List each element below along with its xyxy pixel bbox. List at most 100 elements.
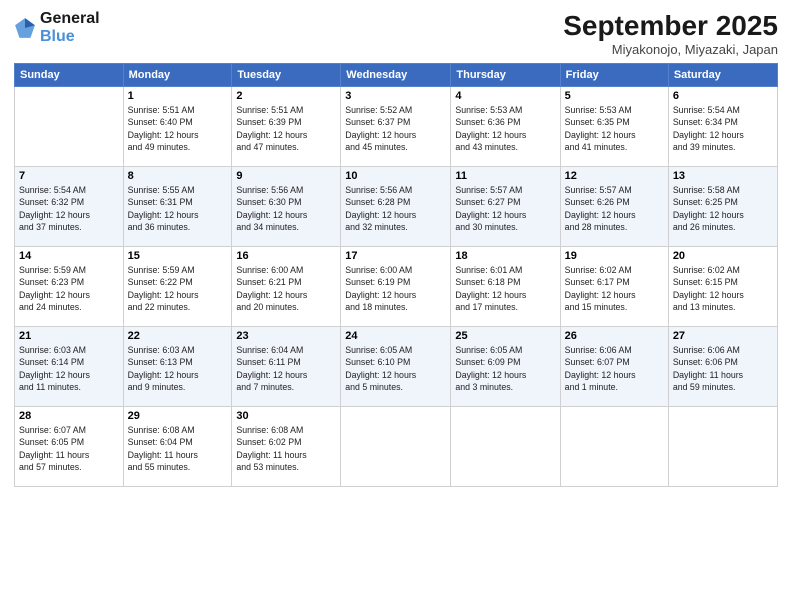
day-info: Sunrise: 6:07 AMSunset: 6:05 PMDaylight:… bbox=[19, 424, 119, 473]
day-info: Sunrise: 6:05 AMSunset: 6:10 PMDaylight:… bbox=[345, 344, 446, 393]
day-number: 5 bbox=[565, 90, 664, 102]
day-info: Sunrise: 6:03 AMSunset: 6:14 PMDaylight:… bbox=[19, 344, 119, 393]
calendar-cell bbox=[560, 407, 668, 487]
day-number: 11 bbox=[455, 170, 555, 182]
calendar-cell: 26Sunrise: 6:06 AMSunset: 6:07 PMDayligh… bbox=[560, 327, 668, 407]
day-number: 24 bbox=[345, 330, 446, 342]
day-number: 17 bbox=[345, 250, 446, 262]
day-info: Sunrise: 6:00 AMSunset: 6:21 PMDaylight:… bbox=[236, 264, 336, 313]
day-number: 7 bbox=[19, 170, 119, 182]
calendar-cell: 17 Sunrise: 6:00 AMSunset: 6:19 PMDayligh… bbox=[341, 247, 451, 327]
day-number: 12 bbox=[565, 170, 664, 182]
calendar-cell: 30 Sunrise: 6:08 AMSunset: 6:02 PMDayligh… bbox=[232, 407, 341, 487]
day-info: Sunrise: 6:02 AMSunset: 6:15 PMDaylight:… bbox=[673, 264, 773, 313]
day-info: Sunrise: 6:03 AMSunset: 6:13 PMDaylight:… bbox=[128, 344, 228, 393]
calendar-cell: 23Sunrise: 6:04 AMSunset: 6:11 PMDayligh… bbox=[232, 327, 341, 407]
day-number: 27 bbox=[673, 330, 773, 342]
day-number: 10 bbox=[345, 170, 446, 182]
day-number: 18 bbox=[455, 250, 555, 262]
calendar-table: SundayMondayTuesdayWednesdayThursdayFrid… bbox=[14, 63, 778, 487]
logo: General Blue bbox=[14, 10, 100, 45]
calendar-cell: 8 Sunrise: 5:55 AMSunset: 6:31 PMDaylight… bbox=[123, 167, 232, 247]
calendar-cell: 29 Sunrise: 6:08 AMSunset: 6:04 PMDayligh… bbox=[123, 407, 232, 487]
col-header-thursday: Thursday bbox=[451, 64, 560, 87]
day-number: 30 bbox=[236, 410, 336, 422]
calendar-cell bbox=[341, 407, 451, 487]
title-area: September 2025 Miyakonojo, Miyazaki, Jap… bbox=[563, 10, 778, 57]
calendar-cell: 19 Sunrise: 6:02 AMSunset: 6:17 PMDayligh… bbox=[560, 247, 668, 327]
day-info: Sunrise: 5:54 AMSunset: 6:34 PMDaylight:… bbox=[673, 104, 773, 153]
calendar-cell: 11 Sunrise: 5:57 AMSunset: 6:27 PMDayligh… bbox=[451, 167, 560, 247]
day-info: Sunrise: 6:02 AMSunset: 6:17 PMDaylight:… bbox=[565, 264, 664, 313]
day-number: 13 bbox=[673, 170, 773, 182]
calendar-cell: 27 Sunrise: 6:06 AMSunset: 6:06 PMDayligh… bbox=[668, 327, 777, 407]
calendar-cell: 21Sunrise: 6:03 AMSunset: 6:14 PMDayligh… bbox=[15, 327, 124, 407]
col-header-monday: Monday bbox=[123, 64, 232, 87]
calendar-cell: 18Sunrise: 6:01 AMSunset: 6:18 PMDayligh… bbox=[451, 247, 560, 327]
logo-text: General Blue bbox=[40, 10, 100, 45]
day-info: Sunrise: 6:08 AMSunset: 6:04 PMDaylight:… bbox=[128, 424, 228, 473]
calendar-cell: 10 Sunrise: 5:56 AMSunset: 6:28 PMDayligh… bbox=[341, 167, 451, 247]
calendar-cell bbox=[668, 407, 777, 487]
calendar-cell: 22 Sunrise: 6:03 AMSunset: 6:13 PMDayligh… bbox=[123, 327, 232, 407]
day-number: 16 bbox=[236, 250, 336, 262]
col-header-tuesday: Tuesday bbox=[232, 64, 341, 87]
day-info: Sunrise: 5:51 AMSunset: 6:39 PMDaylight:… bbox=[236, 104, 336, 153]
calendar-cell: 15 Sunrise: 5:59 AMSunset: 6:22 PMDayligh… bbox=[123, 247, 232, 327]
col-header-sunday: Sunday bbox=[15, 64, 124, 87]
day-info: Sunrise: 5:52 AMSunset: 6:37 PMDaylight:… bbox=[345, 104, 446, 153]
day-info: Sunrise: 5:57 AMSunset: 6:27 PMDaylight:… bbox=[455, 184, 555, 233]
calendar-cell: 1 Sunrise: 5:51 AMSunset: 6:40 PMDaylight… bbox=[123, 87, 232, 167]
day-number: 4 bbox=[455, 90, 555, 102]
day-info: Sunrise: 5:59 AMSunset: 6:23 PMDaylight:… bbox=[19, 264, 119, 313]
day-number: 1 bbox=[128, 90, 228, 102]
day-info: Sunrise: 6:06 AMSunset: 6:06 PMDaylight:… bbox=[673, 344, 773, 393]
calendar-cell: 14 Sunrise: 5:59 AMSunset: 6:23 PMDayligh… bbox=[15, 247, 124, 327]
calendar-week-4: 28Sunrise: 6:07 AMSunset: 6:05 PMDayligh… bbox=[15, 407, 778, 487]
calendar-cell: 24 Sunrise: 6:05 AMSunset: 6:10 PMDayligh… bbox=[341, 327, 451, 407]
day-info: Sunrise: 5:54 AMSunset: 6:32 PMDaylight:… bbox=[19, 184, 119, 233]
calendar-cell: 12 Sunrise: 5:57 AMSunset: 6:26 PMDayligh… bbox=[560, 167, 668, 247]
day-number: 25 bbox=[455, 330, 555, 342]
day-number: 15 bbox=[128, 250, 228, 262]
day-info: Sunrise: 6:00 AMSunset: 6:19 PMDaylight:… bbox=[345, 264, 446, 313]
day-info: Sunrise: 5:51 AMSunset: 6:40 PMDaylight:… bbox=[128, 104, 228, 153]
day-number: 22 bbox=[128, 330, 228, 342]
calendar-cell: 3 Sunrise: 5:52 AMSunset: 6:37 PMDaylight… bbox=[341, 87, 451, 167]
day-number: 14 bbox=[19, 250, 119, 262]
day-number: 29 bbox=[128, 410, 228, 422]
calendar-cell: 2 Sunrise: 5:51 AMSunset: 6:39 PMDaylight… bbox=[232, 87, 341, 167]
calendar-cell: 13 Sunrise: 5:58 AMSunset: 6:25 PMDayligh… bbox=[668, 167, 777, 247]
day-info: Sunrise: 5:56 AMSunset: 6:30 PMDaylight:… bbox=[236, 184, 336, 233]
col-header-friday: Friday bbox=[560, 64, 668, 87]
calendar-cell: 28Sunrise: 6:07 AMSunset: 6:05 PMDayligh… bbox=[15, 407, 124, 487]
day-info: Sunrise: 5:53 AMSunset: 6:35 PMDaylight:… bbox=[565, 104, 664, 153]
day-info: Sunrise: 6:05 AMSunset: 6:09 PMDaylight:… bbox=[455, 344, 555, 393]
day-info: Sunrise: 5:58 AMSunset: 6:25 PMDaylight:… bbox=[673, 184, 773, 233]
calendar-cell bbox=[451, 407, 560, 487]
calendar-cell: 6 Sunrise: 5:54 AMSunset: 6:34 PMDaylight… bbox=[668, 87, 777, 167]
day-number: 23 bbox=[236, 330, 336, 342]
day-info: Sunrise: 5:55 AMSunset: 6:31 PMDaylight:… bbox=[128, 184, 228, 233]
day-info: Sunrise: 5:56 AMSunset: 6:28 PMDaylight:… bbox=[345, 184, 446, 233]
day-info: Sunrise: 5:53 AMSunset: 6:36 PMDaylight:… bbox=[455, 104, 555, 153]
page-header: General Blue September 2025 Miyakonojo, … bbox=[14, 10, 778, 57]
calendar-cell: 25 Sunrise: 6:05 AMSunset: 6:09 PMDayligh… bbox=[451, 327, 560, 407]
calendar-week-3: 21Sunrise: 6:03 AMSunset: 6:14 PMDayligh… bbox=[15, 327, 778, 407]
location: Miyakonojo, Miyazaki, Japan bbox=[563, 42, 778, 57]
col-header-saturday: Saturday bbox=[668, 64, 777, 87]
calendar-week-2: 14 Sunrise: 5:59 AMSunset: 6:23 PMDayligh… bbox=[15, 247, 778, 327]
day-number: 26 bbox=[565, 330, 664, 342]
day-number: 8 bbox=[128, 170, 228, 182]
day-info: Sunrise: 5:57 AMSunset: 6:26 PMDaylight:… bbox=[565, 184, 664, 233]
day-number: 9 bbox=[236, 170, 336, 182]
day-info: Sunrise: 6:08 AMSunset: 6:02 PMDaylight:… bbox=[236, 424, 336, 473]
day-number: 19 bbox=[565, 250, 664, 262]
calendar-cell: 7 Sunrise: 5:54 AMSunset: 6:32 PMDaylight… bbox=[15, 167, 124, 247]
day-number: 3 bbox=[345, 90, 446, 102]
day-number: 2 bbox=[236, 90, 336, 102]
calendar-cell: 20 Sunrise: 6:02 AMSunset: 6:15 PMDayligh… bbox=[668, 247, 777, 327]
day-number: 20 bbox=[673, 250, 773, 262]
day-info: Sunrise: 5:59 AMSunset: 6:22 PMDaylight:… bbox=[128, 264, 228, 313]
day-number: 6 bbox=[673, 90, 773, 102]
